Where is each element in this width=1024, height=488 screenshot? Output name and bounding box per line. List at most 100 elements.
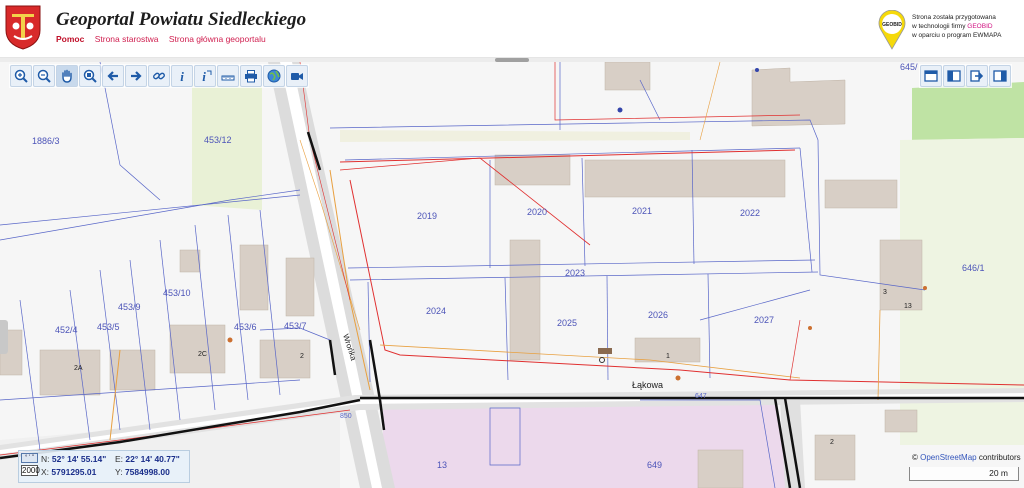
map-toolbar-left: i i [9,64,309,88]
coord-x-value: 5791295.01 [51,467,97,477]
attribution-prefix: © [912,453,921,462]
parcel-label[interactable]: 2020 [527,207,547,217]
parcel-label[interactable]: 2023 [565,268,585,278]
nav-link-geoportal-home[interactable]: Strona główna geoportalu [169,34,266,44]
geobid-logo[interactable]: GEOBID [876,10,908,50]
previous-view-button[interactable] [102,65,124,87]
map-canvas[interactable]: 1886/3 453/12 2019 2020 2021 2022 2023 6… [0,62,1024,488]
info-edit-button[interactable]: i [194,65,216,87]
credit-brand[interactable]: GEOBID [967,23,992,30]
building-number: 2 [300,353,304,360]
parcel-label[interactable]: 646/1 [962,263,985,273]
parcel-label[interactable]: 453/12 [204,135,232,145]
building-number: 2C [198,351,207,358]
pan-button[interactable] [56,65,78,87]
zoom-out-button[interactable] [33,65,55,87]
svg-text:i: i [180,69,184,83]
coord-x-label: X: [41,467,50,477]
credit-line-2: w technologii firmy GEOBID [912,22,1020,31]
parcel-label[interactable]: 453/7 [284,321,307,331]
coord-y-value: 7584998.00 [124,467,170,477]
info-edit-icon: i [202,69,212,83]
link-button[interactable] [148,65,170,87]
parcel-label[interactable]: 2026 [648,310,668,320]
page-title: Geoportal Powiatu Siedleckiego [56,9,307,30]
parcel-label[interactable]: 453/10 [163,288,191,298]
header-nav: Pomoc Strona starostwa Strona główna geo… [56,34,274,44]
next-view-button[interactable] [125,65,147,87]
zoom-out-icon [37,69,51,83]
building-number: 3 [883,289,887,296]
street-label-lakowa: Łąkowa [632,380,663,390]
parcel-label[interactable]: 2027 [754,315,774,325]
arrow-forward-icon [131,71,142,81]
coat-of-arms-logo[interactable] [4,4,42,50]
dms-format-toggle[interactable]: ° ' " [21,453,38,463]
info-icon: i [180,69,184,83]
side-panel-handle[interactable] [0,320,8,354]
coord-e-label: E: [115,454,124,464]
panel-left-icon [947,70,961,82]
parcel-label-small: 850 [340,413,352,420]
osm-link[interactable]: OpenStreetMap [920,453,976,462]
building-number: 2 [830,439,834,446]
credit-line-3: w oparciu o program EWMAPA [912,32,1002,39]
window-layout-button[interactable] [920,65,942,87]
globe-button[interactable] [263,65,285,87]
parcel-label[interactable]: 2024 [426,306,446,316]
coord-n-label: N: [41,454,50,464]
building-number: 1 [666,353,670,360]
info-button[interactable]: i [171,65,193,87]
green-area [912,82,1024,140]
geobid-logo-text: GEOBID [882,22,902,28]
video-button[interactable] [286,65,308,87]
parcel-label[interactable]: 645/ [900,62,918,72]
parcel-label[interactable]: 2019 [417,211,437,221]
video-camera-icon [291,73,303,80]
coord-n-row: N: 52° 14' 55.14" [41,454,106,466]
attribution-suffix: contributors [976,453,1021,462]
nav-link-starostwo[interactable]: Strona starostwa [95,34,159,44]
parcel-label[interactable]: 453/9 [118,302,141,312]
parcel-label[interactable]: 2022 [740,208,760,218]
parcel-label[interactable]: 453/6 [234,322,257,332]
geobid-credit: Strona została przygotowana w technologi… [912,13,1020,40]
link-icon [153,72,165,80]
building-number: 13 [904,303,912,310]
panel-left-button[interactable] [943,65,965,87]
measure-ruler-icon [221,75,235,81]
parcel-label[interactable]: 13 [437,460,447,470]
window-layout-icon [924,70,938,82]
arrow-back-icon [107,71,118,81]
parcel-label[interactable]: 1886/3 [32,136,60,146]
credit-line-2-prefix: w technologii firmy [912,23,968,30]
coord-y-row: Y: 7584998.00 [115,467,170,479]
export-arrow-icon [970,70,984,82]
coord-e-value: 22° 14' 40.77" [125,454,180,464]
zoom-in-button[interactable] [10,65,32,87]
parcel-label[interactable]: 649 [647,460,662,470]
zoom-in-icon [14,69,28,83]
print-button[interactable] [240,65,262,87]
coord-y-label: Y: [115,467,123,477]
zoom-window-icon [83,69,97,83]
parcel-label[interactable]: 453/5 [97,322,120,332]
measure-button[interactable] [217,65,239,87]
pan-hand-icon [62,69,72,83]
export-button[interactable] [966,65,988,87]
header: Geoportal Powiatu Siedleckiego Pomoc Str… [0,0,1024,58]
nav-link-help[interactable]: Pomoc [56,34,84,44]
epsg-code-box[interactable]: 2000 [21,465,40,476]
building-number: 2A [74,365,83,372]
parcel-label[interactable]: 452/4 [55,325,78,335]
coordinates-panel: ° ' " 2000 N: 52° 14' 55.14" E: 22° 14' … [18,450,190,483]
parcel-label[interactable]: 2025 [557,318,577,328]
map-svg: 1886/3 453/12 2019 2020 2021 2022 2023 6… [0,62,1024,488]
map-toolbar-right [919,64,1012,88]
globe-icon [267,69,281,83]
geoportal-app: Geoportal Powiatu Siedleckiego Pomoc Str… [0,0,1024,488]
parcel-label[interactable]: 2021 [632,206,652,216]
zoom-window-button[interactable] [79,65,101,87]
scale-bar: 20 m [909,467,1019,481]
panel-right-button[interactable] [989,65,1011,87]
